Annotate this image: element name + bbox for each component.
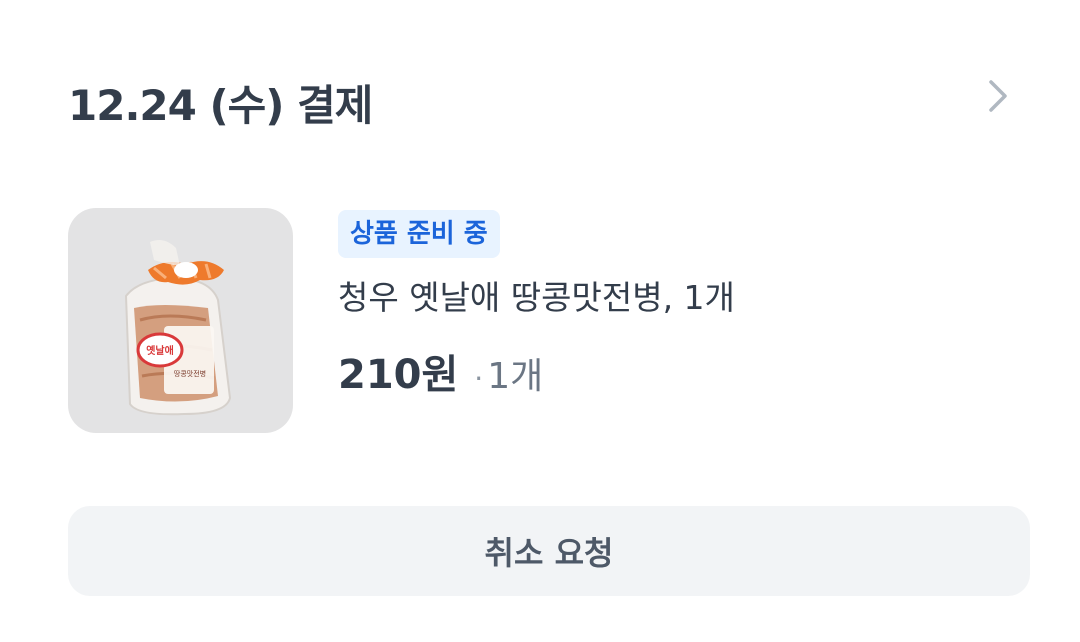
order-header[interactable]: 12.24 (수) 결제: [68, 66, 1018, 138]
product-quantity: 1개: [487, 356, 544, 397]
price-line: 210원 · 1개: [338, 342, 543, 400]
product-info: 상품 준비 중 청우 옛날애 땅콩맛전병, 1개 210원 · 1개: [338, 208, 735, 433]
product-thumbnail[interactable]: 옛날애 땅콩맛전병: [68, 208, 293, 433]
chevron-right-icon[interactable]: [978, 76, 1018, 116]
order-date-title: 12.24 (수) 결제: [68, 80, 373, 130]
package-product-text: 땅콩맛전병: [174, 369, 206, 378]
order-card: 12.24 (수) 결제 옛날애 땅콩맛전병 상품 준비 중 청우 옛날애 땅콩…: [0, 0, 1080, 642]
product-name[interactable]: 청우 옛날애 땅콩맛전병, 1개: [338, 276, 735, 320]
price-separator: ·: [474, 362, 484, 395]
package-brand-text: 옛날애: [146, 344, 174, 357]
snack-package-image: 옛날애 땅콩맛전병: [124, 240, 232, 416]
product-row[interactable]: 옛날애 땅콩맛전병 상품 준비 중 청우 옛날애 땅콩맛전병, 1개 210원 …: [68, 208, 735, 433]
status-badge: 상품 준비 중: [338, 210, 500, 258]
product-price: 210원: [338, 352, 459, 398]
cancel-request-button[interactable]: 취소 요청: [68, 506, 1030, 596]
